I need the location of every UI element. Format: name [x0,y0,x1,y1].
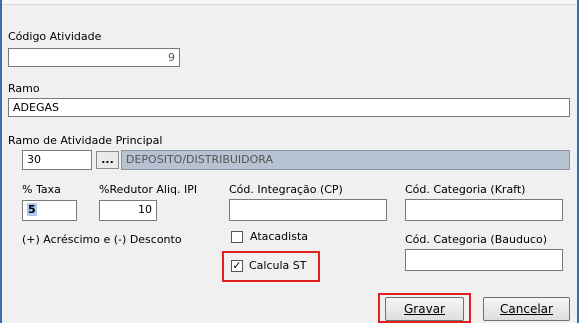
redutor-label: %Redutor Aliq. IPI [99,183,198,196]
window-left-border [0,0,2,323]
cod-categoria-kraft-label: Cód. Categoria (Kraft) [405,183,526,196]
acrescimo-desconto-hint: (+) Acréscimo e (-) Desconto [22,233,182,246]
redutor-field[interactable]: 10 [99,200,157,221]
taxa-field[interactable]: 5 [22,200,77,221]
cancelar-label: Cancelar [500,302,553,316]
gravar-label: Gravar [404,302,445,316]
cancelar-button[interactable]: Cancelar [483,297,570,321]
cod-integracao-field[interactable] [229,199,387,221]
codigo-atividade-field[interactable]: 9 [8,48,180,67]
cod-categoria-bauduco-field[interactable] [405,249,563,271]
ramo-field[interactable]: ADEGAS [8,98,570,117]
atacadista-label: Atacadista [250,230,308,243]
window-top-edge [0,0,579,5]
cod-integracao-label: Cód. Integração (CP) [229,183,343,196]
calcula-st-label: Calcula ST [249,259,307,272]
taxa-value: 5 [27,203,37,216]
cod-categoria-kraft-field[interactable] [405,199,563,221]
calcula-st-checkbox[interactable]: ✓ [231,260,243,272]
ramo-principal-description-field: DEPOSITO/DISTRIBUIDORA [121,150,570,170]
ramo-principal-code-field[interactable]: 30 [22,150,92,170]
ramo-label: Ramo [8,82,40,95]
cod-categoria-bauduco-label: Cód. Categoria (Bauduco) [405,233,547,246]
ramo-principal-label: Ramo de Atividade Principal [8,134,163,147]
taxa-label: % Taxa [22,183,61,196]
codigo-atividade-label: Código Atividade [8,30,102,43]
ramo-principal-lookup-button[interactable]: ... [96,151,119,169]
gravar-button[interactable]: Gravar [385,297,464,321]
atacadista-checkbox[interactable] [231,231,243,243]
